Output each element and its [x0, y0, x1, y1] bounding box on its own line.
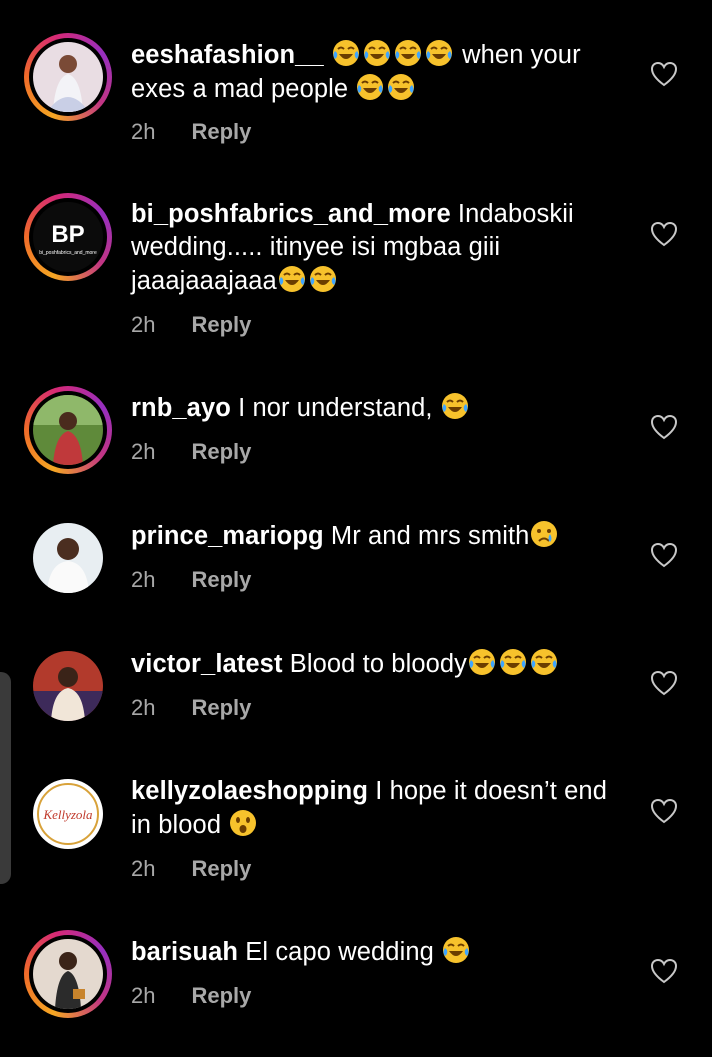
laugh-cry-emoji-group: [467, 649, 560, 678]
reply-button[interactable]: Reply: [191, 119, 251, 144]
comment-text: I nor understand,: [230, 394, 440, 422]
comment-text: [324, 41, 331, 69]
heart-icon[interactable]: [650, 414, 678, 440]
laugh-cry-emoji-group: [355, 74, 417, 103]
heart-icon[interactable]: [650, 221, 678, 247]
laugh-cry-icon: [443, 937, 470, 963]
comment-username[interactable]: prince_mariopg: [131, 522, 324, 550]
laugh-cry-icon: [469, 649, 496, 675]
laugh-cry-icon: [363, 40, 390, 66]
avatar[interactable]: [24, 514, 112, 602]
comment-time: 2h: [131, 983, 156, 1008]
comment-time: 2h: [131, 695, 156, 720]
heart-icon[interactable]: [650, 61, 678, 87]
comment-text: Blood to bloody: [282, 650, 468, 678]
heart-icon[interactable]: [650, 670, 678, 696]
laugh-cry-emoji-group: [441, 937, 472, 966]
avatar[interactable]: BP bi_poshfabrics_and_more: [24, 193, 112, 281]
crying-face-icon: [531, 521, 558, 547]
comment-time: 2h: [131, 856, 156, 881]
comment-username[interactable]: bi_poshfabrics_and_more: [131, 200, 451, 228]
comment-username[interactable]: eeshafashion__: [131, 41, 324, 69]
laugh-cry-emoji-group: [440, 393, 471, 422]
comment-text: Mr and mrs smith: [323, 522, 530, 550]
laugh-cry-icon: [394, 40, 421, 66]
laugh-cry-icon: [278, 266, 305, 292]
comment-username[interactable]: kellyzolaeshopping: [131, 777, 368, 805]
heart-icon[interactable]: [650, 798, 678, 824]
avatar-caption-text: bi_poshfabrics_and_more: [39, 250, 97, 256]
heart-icon[interactable]: [650, 542, 678, 568]
laugh-cry-icon: [357, 74, 384, 100]
comment-username[interactable]: rnb_ayo: [131, 394, 231, 422]
laugh-cry-emoji-group: [277, 266, 339, 295]
laugh-cry-emoji-group: [331, 40, 462, 69]
comment-time: 2h: [131, 439, 156, 464]
avatar[interactable]: [24, 33, 112, 121]
comment-time: 2h: [131, 567, 156, 592]
scroll-handle[interactable]: [0, 672, 11, 884]
avatar[interactable]: Kellyzola: [24, 770, 112, 858]
laugh-cry-icon: [332, 40, 359, 66]
laugh-cry-icon: [531, 649, 558, 675]
comment-text: El capo wedding: [238, 938, 442, 966]
reply-button[interactable]: Reply: [191, 983, 251, 1008]
laugh-cry-icon: [425, 40, 452, 66]
laugh-cry-icon: [500, 649, 527, 675]
reply-button[interactable]: Reply: [191, 439, 251, 464]
heart-icon[interactable]: [650, 958, 678, 984]
reply-button[interactable]: Reply: [191, 856, 251, 881]
comment-username[interactable]: barisuah: [131, 938, 238, 966]
laugh-cry-icon: [388, 74, 415, 100]
astonished-face-icon: [230, 810, 257, 836]
reply-button[interactable]: Reply: [191, 567, 251, 592]
reply-button[interactable]: Reply: [191, 695, 251, 720]
avatar[interactable]: [24, 386, 112, 474]
reply-button[interactable]: Reply: [191, 312, 251, 337]
comment-time: 2h: [131, 312, 156, 337]
comment-username[interactable]: victor_latest: [131, 650, 283, 678]
comment-time: 2h: [131, 119, 156, 144]
avatar-logo-text: Kellyzola: [42, 807, 93, 822]
laugh-cry-icon: [309, 266, 336, 292]
avatar[interactable]: [24, 930, 112, 1018]
avatar[interactable]: [24, 642, 112, 730]
laugh-cry-icon: [441, 393, 468, 419]
avatar-logo-text: BP: [51, 221, 84, 248]
